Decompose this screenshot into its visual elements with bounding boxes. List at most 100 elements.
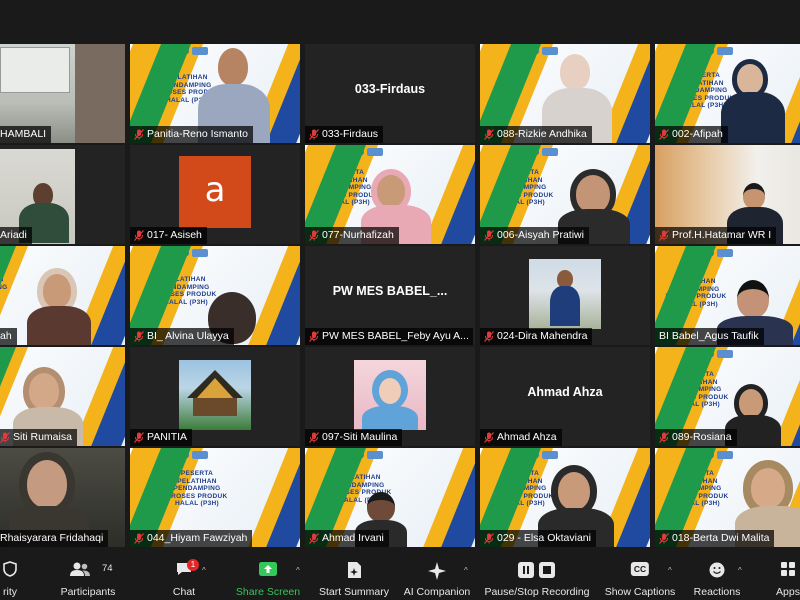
chevron-up-icon[interactable]: ^ <box>738 566 742 575</box>
participant-tile[interactable]: PESERTA PELATIHAN PENDAMPING PROSES PRODUK H… <box>655 347 800 446</box>
mic-off-icon <box>659 230 669 241</box>
meeting-toolbar: rity 74 Participants 1 ^ Chat ^ Share Sc… <box>0 550 800 600</box>
participant-tile[interactable]: PELATIHANPENDAMPINGPROSES PRODUK ah <box>0 246 125 345</box>
participant-tile[interactable]: 088-Rizkie Andhika <box>480 44 650 143</box>
profile-photo <box>179 360 251 430</box>
participant-name-label: 044_Hiyam Fawziyah <box>130 530 253 547</box>
participant-name-label: Prof.H.Hatamar WR I <box>655 227 777 244</box>
cc-icon: CC <box>630 562 650 576</box>
participant-display-name: PW MES BABEL_... <box>332 284 448 298</box>
participant-name-label: 024-Dira Mahendra <box>480 328 593 345</box>
chat-button[interactable]: 1 ^ Chat <box>162 550 206 600</box>
share-screen-button[interactable]: ^ Share Screen <box>232 550 304 600</box>
participant-tile[interactable]: Rhaisyarara Fridahaqi <box>0 448 125 547</box>
mic-off-icon <box>659 432 669 443</box>
avatar: a <box>179 156 251 228</box>
participant-tile[interactable]: PW MES BABEL_... PW MES BABEL_Feby Ayu A… <box>305 246 475 345</box>
participant-tile[interactable]: 097-Siti Maulina <box>305 347 475 446</box>
mic-off-icon <box>309 129 319 140</box>
show-captions-button[interactable]: CC ^ Show Captions <box>600 550 680 600</box>
participant-tile[interactable]: PESERTA PELATIHAN PENDAMPING PROSES PRODUK H… <box>480 145 650 244</box>
mic-off-icon <box>484 129 494 140</box>
participant-name-label: HAMBALI <box>0 126 52 143</box>
apps-button[interactable]: Apps <box>768 550 800 600</box>
participant-tile[interactable]: PESERTA PELATIHAN PENDAMPING PROSES PRODUK H… <box>305 145 475 244</box>
participant-tile[interactable]: 024-Dira Mahendra <box>480 246 650 345</box>
participant-tile[interactable]: PESERTA PELATIHAN PENDAMPING PROSES PRODUK H… <box>130 448 300 547</box>
participant-tile[interactable]: PESERTA PELATIHAN PENDAMPING PROSES PRODUK H… <box>480 448 650 547</box>
participant-name-label: Panitia-Reno Ismanto <box>130 126 253 143</box>
mic-off-icon <box>134 129 144 140</box>
participant-tile[interactable]: PANITIA <box>130 347 300 446</box>
mic-off-icon <box>134 432 144 443</box>
participant-name-label: ah <box>0 328 17 345</box>
mic-off-icon <box>309 331 319 342</box>
mic-off-icon <box>134 331 144 342</box>
mic-off-icon <box>309 230 319 241</box>
chevron-up-icon[interactable]: ^ <box>296 566 300 575</box>
pause-stop-icon <box>517 561 557 582</box>
mic-off-icon <box>134 230 144 241</box>
participant-video: PELATIHANPENDAMPINGPROSES PRODUK <box>0 246 125 345</box>
mic-off-icon <box>134 533 144 544</box>
participant-tile[interactable]: PELATIHAN PENDAMPING PROSES PRODUK HALAL (P… <box>130 44 300 143</box>
participant-tile[interactable]: PESERTA PELATIHAN PENDAMPING PROSES PRODUK H… <box>655 448 800 547</box>
participant-tile[interactable]: HAMBALI <box>0 44 125 143</box>
video-gallery: HAMBALI PELATIHAN PENDAMPING PROSES PRODUK… <box>0 44 800 550</box>
participant-tile[interactable]: PELATIHAN PENDAMPING PROSES PRODUK HALAL (P… <box>130 246 300 345</box>
chevron-up-icon[interactable]: ^ <box>202 566 206 575</box>
participant-name-label: Siti Rumaisa <box>0 429 77 446</box>
participant-name-label: 006-Aisyah Pratiwi <box>480 227 589 244</box>
participant-name-label: 033-Firdaus <box>305 126 384 143</box>
mic-off-icon <box>484 230 494 241</box>
chevron-up-icon[interactable]: ^ <box>464 566 468 575</box>
share-screen-icon <box>258 561 278 580</box>
participant-tile-active-speaker[interactable]: PELATIHAN PENDAMPING PROSES PRODUK HALAL (P… <box>655 246 800 345</box>
participant-tile[interactable]: Siti Rumaisa <box>0 347 125 446</box>
participant-name-label: BI_ Alvina Ulayya <box>130 328 234 345</box>
chevron-up-icon[interactable]: ^ <box>668 566 672 575</box>
participant-name-label: Ahmad Ahza <box>480 429 562 446</box>
participant-tile[interactable]: a 017- Asiseh <box>130 145 300 244</box>
people-icon <box>69 561 91 580</box>
participant-name-label: 029 - Elsa Oktaviani <box>480 530 596 547</box>
participant-tile[interactable]: 033-Firdaus 033-Firdaus <box>305 44 475 143</box>
ai-companion-button[interactable]: ^ AI Companion <box>400 550 474 600</box>
participant-name-label: BI Babel_Agus Taufik <box>655 328 764 345</box>
participants-button[interactable]: 74 Participants <box>52 550 124 600</box>
participant-display-name: Ahmad Ahza <box>527 385 603 399</box>
participant-tile[interactable]: Ahmad Ahza Ahmad Ahza <box>480 347 650 446</box>
participant-name-label: Ariadi <box>0 227 32 244</box>
participant-tile[interactable]: PELATIHAN PENDAMPING PROSES PRODUK HALAL (P… <box>305 448 475 547</box>
participant-name-label: Ahmad Irvani <box>305 530 389 547</box>
profile-photo <box>354 360 426 430</box>
participant-name-label: 097-Siti Maulina <box>305 429 403 446</box>
apps-grid-icon <box>780 561 796 580</box>
mic-off-icon <box>484 331 494 342</box>
security-button[interactable]: rity <box>0 550 30 600</box>
mic-off-icon <box>484 533 494 544</box>
mic-off-icon <box>309 533 319 544</box>
reactions-button[interactable]: ^ Reactions <box>690 550 744 600</box>
participant-tile[interactable]: Ariadi <box>0 145 125 244</box>
participant-name-label: 002-Afipah <box>655 126 728 143</box>
participant-name-label: 089-Rosiana <box>655 429 737 446</box>
mic-off-icon <box>484 432 494 443</box>
participant-tile[interactable]: PESERTA PELATIHAN PENDAMPING PROSES PRODUK H… <box>655 44 800 143</box>
sparkle-icon <box>427 561 447 584</box>
mic-off-icon <box>0 432 10 443</box>
participant-name-label: 018-Berta Dwi Malita <box>655 530 775 547</box>
participant-tile[interactable]: Prof.H.Hatamar WR I <box>655 145 800 244</box>
participant-name-label: PANITIA <box>130 429 193 446</box>
participant-name-label: 077-Nurhafizah <box>305 227 399 244</box>
participant-display-name: 033-Firdaus <box>354 82 426 96</box>
participant-name-label: 017- Asiseh <box>130 227 207 244</box>
mic-off-icon <box>309 432 319 443</box>
participant-name-label: 088-Rizkie Andhika <box>480 126 592 143</box>
shield-icon <box>2 561 18 580</box>
pause-stop-recording-button[interactable]: Pause/Stop Recording <box>484 550 590 600</box>
summary-doc-icon <box>346 561 362 582</box>
start-summary-button[interactable]: Start Summary <box>316 550 392 600</box>
mic-off-icon <box>659 129 669 140</box>
mic-off-icon <box>659 533 669 544</box>
